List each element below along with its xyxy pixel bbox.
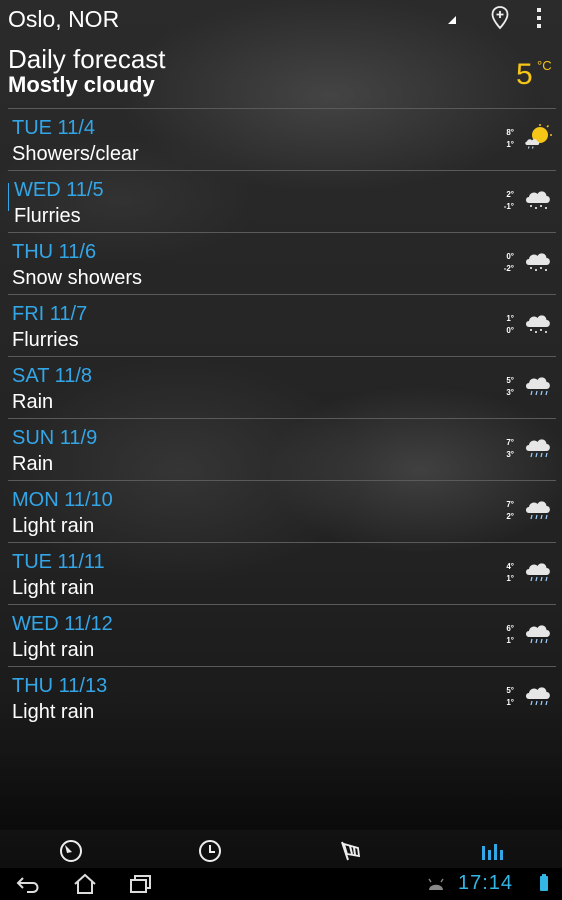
gauge-icon[interactable] [58, 838, 84, 864]
forecast-low: -2° [503, 264, 514, 273]
forecast-desc: Light rain [12, 701, 95, 723]
forecast-day: SUN 11/9 [12, 427, 98, 449]
forecast-desc: Snow showers [12, 267, 143, 289]
overflow-menu-icon[interactable] [534, 8, 544, 30]
snow-cloud-icon [526, 315, 550, 333]
add-location-icon[interactable] [491, 6, 509, 30]
forecast-row[interactable]: MON 11/10 Light rain 7° 2° [8, 480, 556, 542]
forecast-row[interactable]: TUE 11/11 Light rain 4° 1° [8, 542, 556, 604]
temperature-unit: °C [537, 58, 552, 73]
forecast-day: FRI 11/7 [12, 303, 88, 325]
forecast-day: WED 11/5 [14, 179, 104, 201]
forecast-row[interactable]: THU 11/6 Snow showers 0° -2° [8, 232, 556, 294]
bar-chart-icon[interactable] [479, 838, 505, 864]
sun-cloud-icon [525, 124, 552, 149]
forecast-high: 5° [506, 376, 514, 385]
forecast-list: TUE 11/4 Showers/clear 8° 1° WED 11/5 Fl… [8, 108, 556, 728]
battery-icon [540, 874, 548, 891]
rain-cloud-icon [526, 687, 550, 706]
recent-apps-icon[interactable] [127, 872, 155, 896]
bottom-tab-bar [0, 832, 562, 868]
forecast-high: 2° [506, 190, 514, 199]
forecast-day: TUE 11/11 [12, 551, 105, 573]
rain-cloud-icon [526, 377, 550, 396]
windsock-icon[interactable] [338, 838, 364, 864]
clock-icon[interactable] [197, 838, 223, 864]
forecast-desc: Flurries [14, 205, 81, 227]
forecast-desc: Rain [12, 391, 54, 413]
forecast-low: 1° [506, 698, 514, 707]
forecast-row[interactable]: SAT 11/8 Rain 5° 3° [8, 356, 556, 418]
rain-cloud-icon [526, 625, 550, 644]
location-name[interactable]: Oslo, NOR [8, 6, 119, 33]
top-bar: Oslo, NOR [0, 0, 562, 40]
android-debug-icon [428, 878, 444, 890]
forecast-desc: Light rain [12, 577, 95, 599]
forecast-low: 1° [506, 140, 514, 149]
back-icon[interactable] [15, 872, 43, 896]
rain-cloud-icon [526, 501, 550, 520]
forecast-low: 1° [506, 574, 514, 583]
forecast-low: 2° [506, 512, 514, 521]
snow-cloud-icon [526, 253, 550, 271]
forecast-row[interactable]: TUE 11/4 Showers/clear 8° 1° [8, 108, 556, 170]
forecast-row[interactable]: WED 11/5 Flurries 2° -1° [8, 170, 556, 232]
current-temperature: 5 [516, 58, 533, 91]
forecast-day: MON 11/10 [12, 489, 113, 511]
page-title: Daily forecast [8, 44, 166, 74]
forecast-low: 3° [506, 450, 514, 459]
forecast-high: 8° [506, 128, 514, 137]
system-clock: 17:14 [458, 872, 514, 894]
forecast-desc: Rain [12, 453, 54, 475]
forecast-high: 4° [506, 562, 514, 571]
forecast-high: 1° [506, 314, 514, 323]
forecast-desc: Light rain [12, 515, 95, 537]
forecast-day: SAT 11/8 [12, 365, 93, 387]
forecast-low: 0° [506, 326, 514, 335]
system-navigation-bar: 17:14 [0, 868, 562, 900]
forecast-desc: Showers/clear [12, 143, 139, 165]
forecast-day: WED 11/12 [12, 613, 113, 635]
snow-cloud-icon [526, 191, 550, 209]
forecast-low: 3° [506, 388, 514, 397]
forecast-high: 0° [506, 252, 514, 261]
forecast-day: THU 11/13 [12, 675, 108, 697]
forecast-day: TUE 11/4 [12, 117, 95, 139]
forecast-row[interactable]: SUN 11/9 Rain 7° 3° [8, 418, 556, 480]
rain-cloud-icon [526, 439, 550, 458]
forecast-high: 6° [506, 624, 514, 633]
forecast-desc: Flurries [12, 329, 79, 351]
forecast-row[interactable]: FRI 11/7 Flurries 1° 0° [8, 294, 556, 356]
rain-cloud-icon [526, 563, 550, 582]
dropdown-corner-icon[interactable] [448, 16, 456, 24]
forecast-day: THU 11/6 [12, 241, 97, 263]
forecast-high: 7° [506, 500, 514, 509]
forecast-row[interactable]: WED 11/12 Light rain 6° 1° [8, 604, 556, 666]
forecast-desc: Light rain [12, 639, 95, 661]
forecast-row[interactable]: THU 11/13 Light rain 5° 1° [8, 666, 556, 728]
forecast-low: 1° [506, 636, 514, 645]
forecast-low: -1° [503, 202, 514, 211]
forecast-high: 7° [506, 438, 514, 447]
current-condition: Mostly cloudy [8, 72, 155, 97]
home-icon[interactable] [71, 872, 99, 896]
forecast-high: 5° [506, 686, 514, 695]
